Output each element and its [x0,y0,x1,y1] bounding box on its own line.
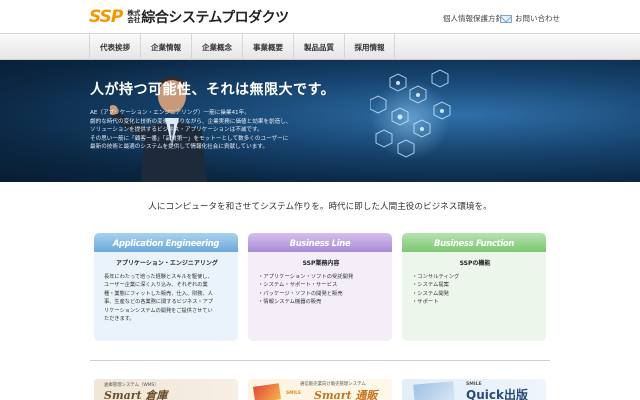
card-subtitle: SSP業務内容 [302,260,340,267]
banner-quick-publishing[interactable]: SMILE Quick出版 [402,379,546,400]
banner-smart-warehouse[interactable]: 倉庫管理システム（WMS） Smart 倉庫 [94,379,238,400]
logo-kabushikigaisha: 株式 会社 [127,8,141,24]
banner-smart-mailorder[interactable]: 通信販売業向け販売管理システム SMILE Smart 通販 [248,379,392,400]
list-item: ・システム開発 [412,290,449,297]
banner-product-name: Smart 通販 [314,389,378,400]
nav-item-philosophy[interactable]: 企業概念 [191,34,242,60]
global-nav: 代表挨拶 企業情報 企業概念 事業概要 製品品質 採用情報 [0,33,640,60]
card-application-engineering: Application Engineering アプリケーション・エンジニアリン… [94,233,238,341]
card-title[interactable]: Business Function [402,233,546,252]
smile-brand-logo: SMILE [286,391,301,396]
contact-link[interactable]: お問い合わせ [500,13,560,24]
banner-product-name: Smart 倉庫 [104,389,168,400]
logo-company-name: 綜合システムプロダクツ [141,10,289,26]
tagline: 人にコンピュータを和させてシステム作りを。時代に即した人間主役のビジネス環境を。 [148,202,492,212]
business-line-list: ・アプリケーション・ソフトの受託開発 ・システム・サポート・サービス ・パッケー… [258,273,384,307]
product-package-image [413,381,455,400]
business-function-list: ・コンサルティング ・システム提案 ・システム開発 ・サポート [412,273,538,307]
card-business-function: Business Function SSPの機能 ・コンサルティング ・システム… [402,233,546,341]
list-item: ・システム提案 [412,282,449,289]
list-item: ・情報システム機器の販売 [258,299,322,306]
section-divider [90,360,550,361]
site-header: SSP 株式 会社 綜合システムプロダクツ 個人情報保護方針 お問い合わせ [0,0,640,33]
hero-title: 人が持つ可能性、それは無限大です。 [90,82,336,98]
nav-item-business-overview[interactable]: 事業概要 [242,34,293,60]
contact-link-label: お問い合わせ [515,14,560,23]
privacy-policy-link[interactable]: 個人情報保護方針 [443,13,503,24]
hero-description: AE（アプリケーション・エンジニアリング）一筋に操業41年。 劇的な時代の変化と… [90,110,292,151]
card-business-line: Business Line SSP業務内容 ・アプリケーション・ソフトの受託開発… [248,233,392,341]
logo-mark: SSP [89,7,123,27]
hero-banner: 人が持つ可能性、それは無限大です。 AE（アプリケーション・エンジニアリング）一… [0,60,640,182]
list-item: ・パッケージ・ソフトの開発と販売 [258,290,343,297]
card-paragraph: 長年にわたって培った経験とスキルを駆使し、 ユーザー企業に深く入り込み、それぞれ… [104,274,213,323]
list-item: ・コンサルティング [412,274,460,280]
card-subtitle: アプリケーション・エンジニアリング [116,260,218,267]
card-title[interactable]: Application Engineering [94,233,238,252]
card-subtitle: SSPの機能 [459,260,491,267]
nav-item-company-info[interactable]: 企業情報 [140,34,191,60]
nav-item-quality[interactable]: 製品品質 [293,34,344,60]
list-item: ・システム・サポート・サービス [258,282,338,289]
nav-item-greeting[interactable]: 代表挨拶 [89,34,140,60]
nav-item-recruit[interactable]: 採用情報 [344,34,395,60]
list-item: ・アプリケーション・ソフトの受託開発 [258,274,354,280]
list-item: ・サポート [412,299,439,306]
card-title[interactable]: Business Line [248,233,392,252]
mail-icon [500,14,512,23]
product-package-image [253,383,281,400]
banner-product-name: Quick出版 [466,388,528,400]
company-logo[interactable]: SSP 株式 会社 綜合システムプロダクツ [89,7,289,27]
hero-hexagon-graphic [370,69,451,160]
